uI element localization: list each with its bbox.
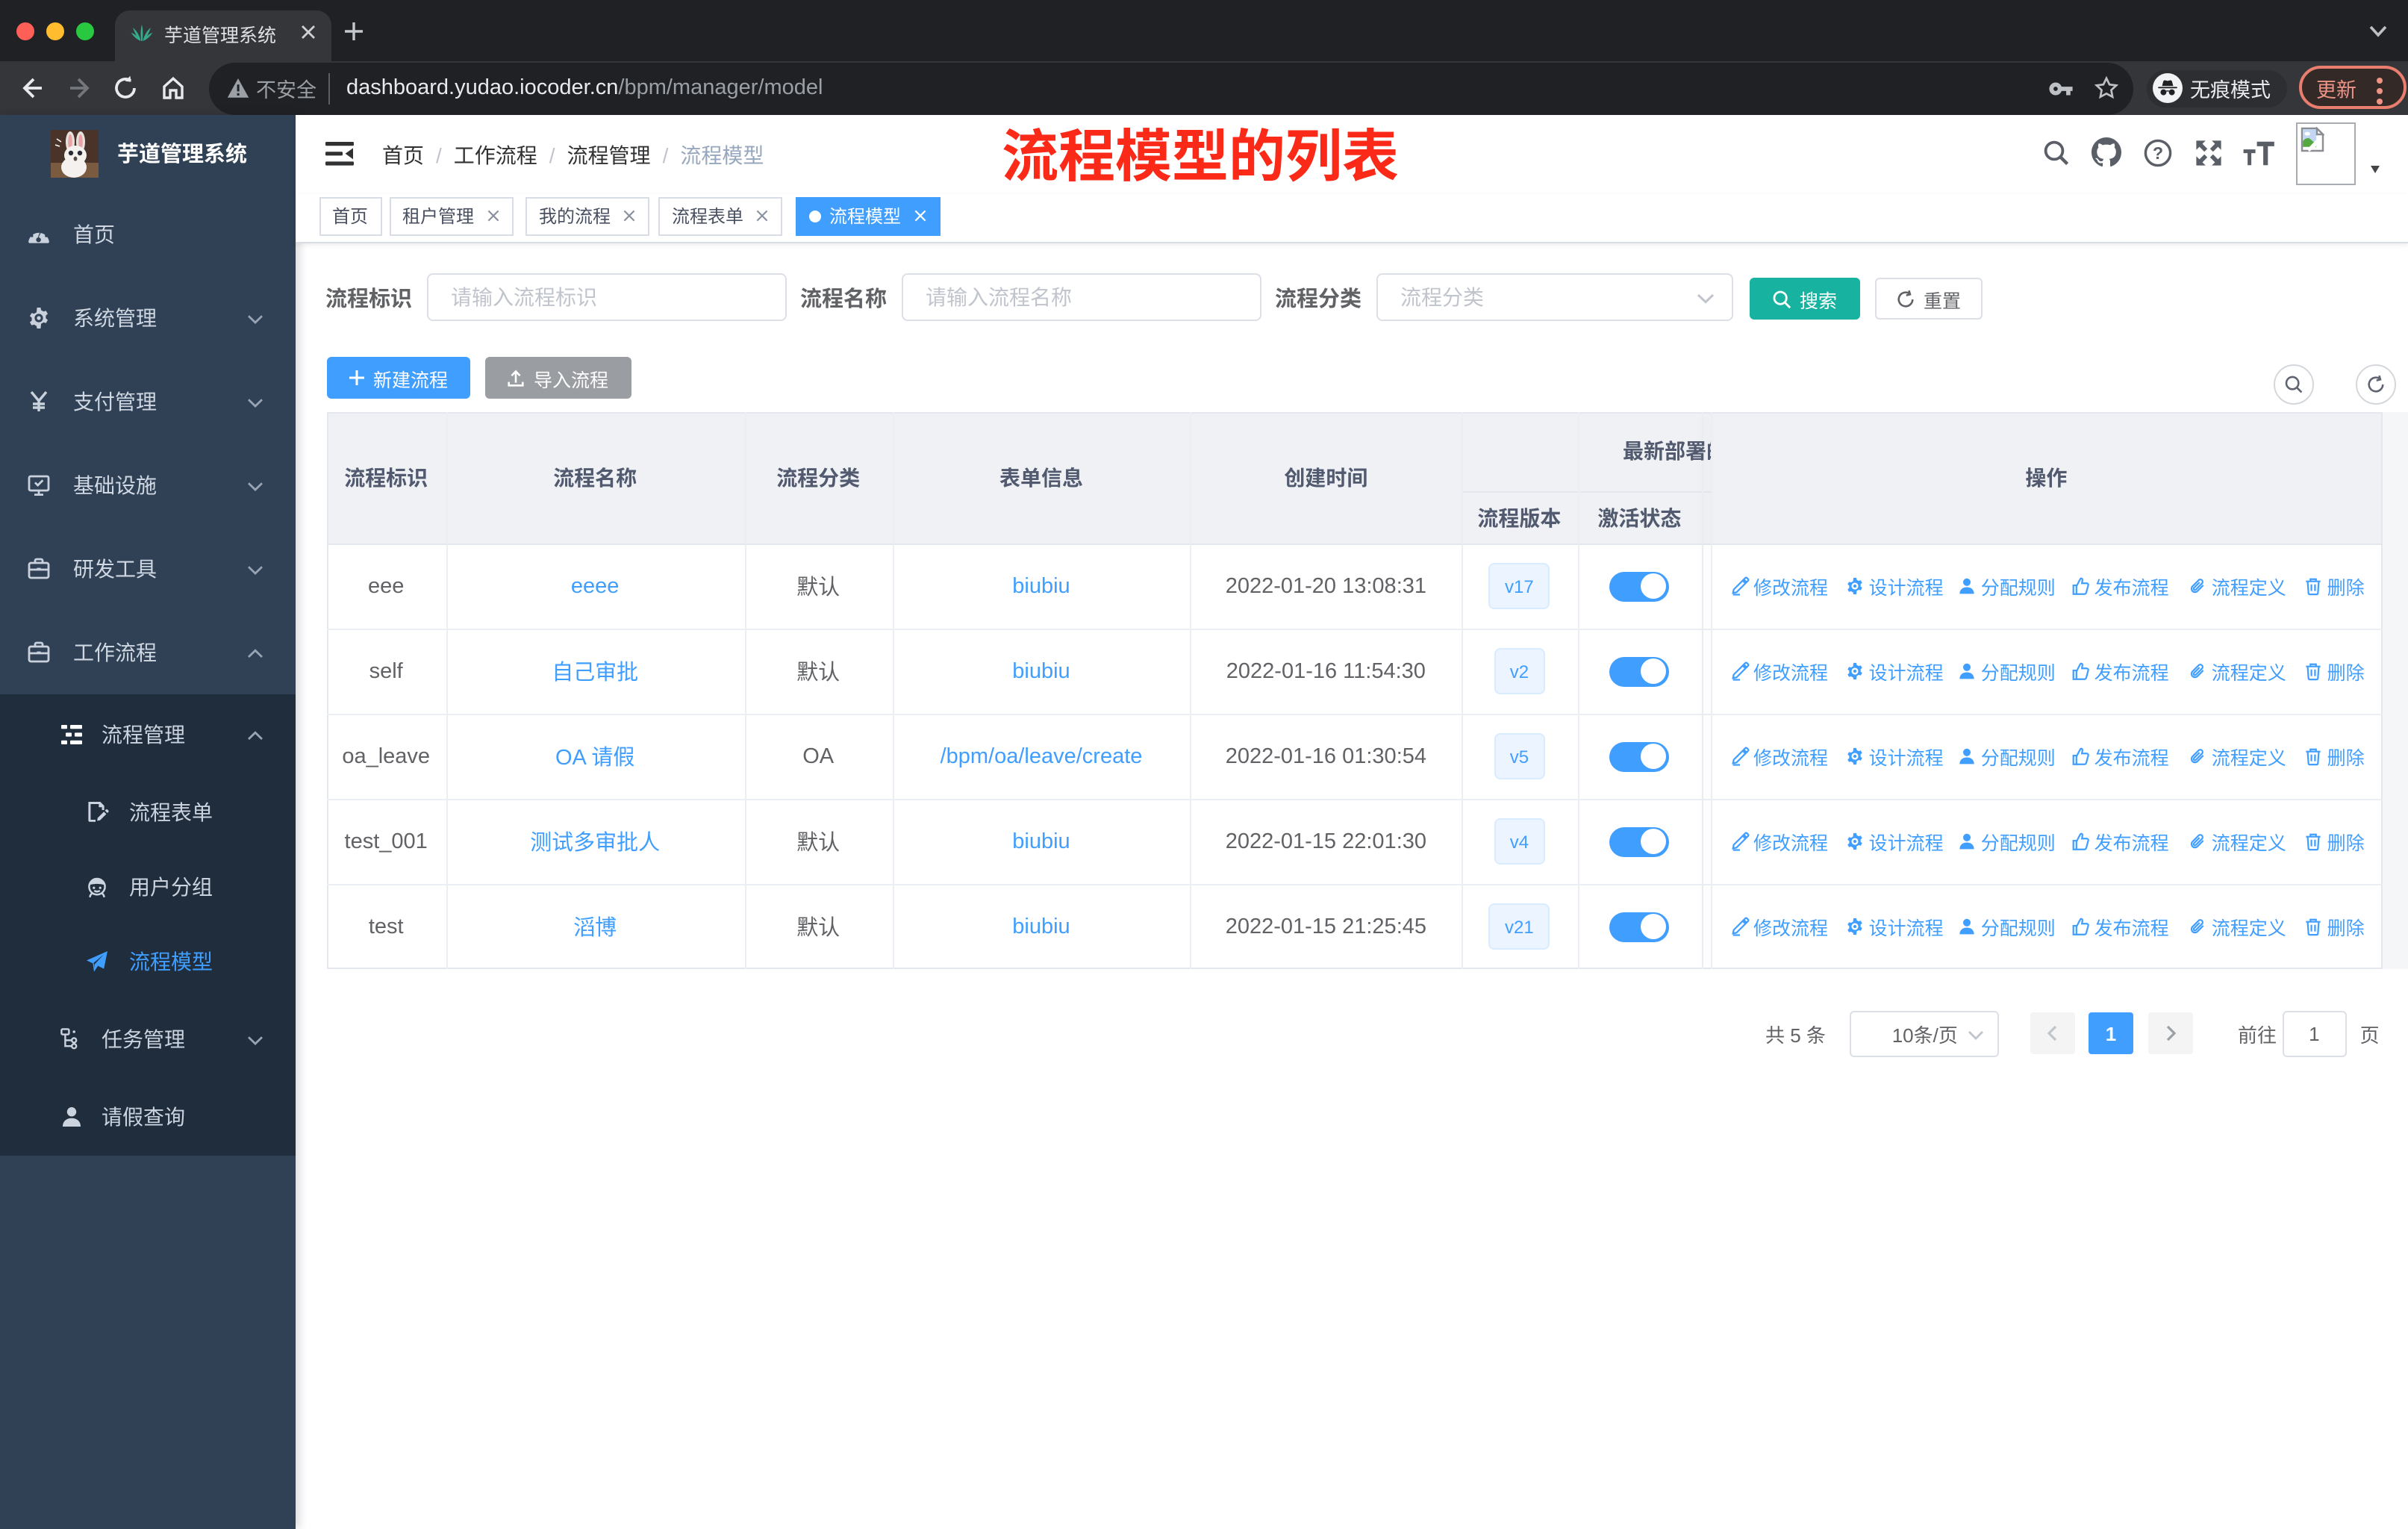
svg-text:?: ?	[2153, 143, 2163, 163]
